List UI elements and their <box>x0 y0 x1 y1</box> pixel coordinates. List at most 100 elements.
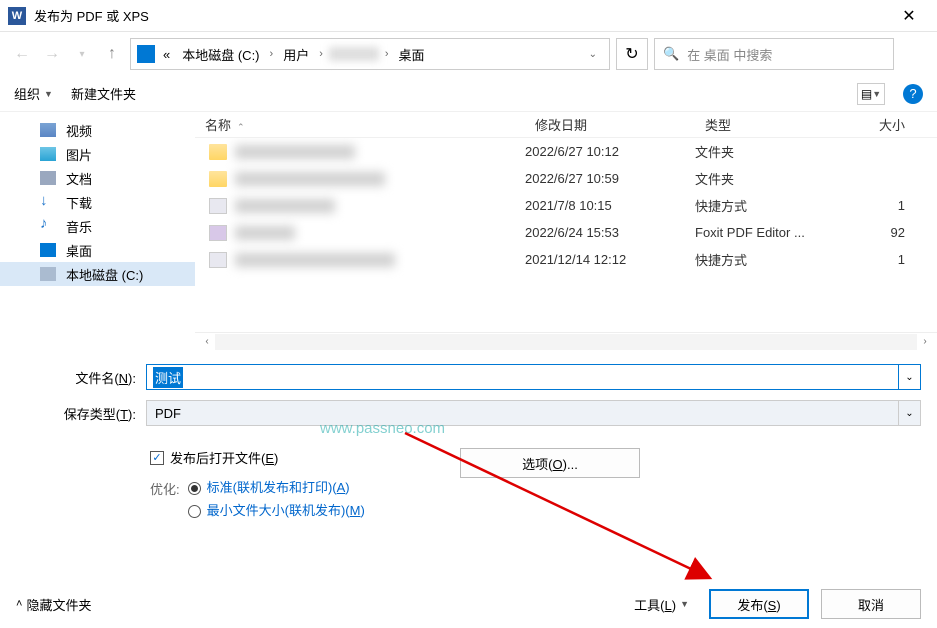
titlebar: W 发布为 PDF 或 XPS ✕ <box>0 0 937 32</box>
optimize-standard-radio[interactable]: 标准(联机发布和打印)(A) <box>188 479 365 498</box>
main-area: 视频 图片 文档 下载 音乐 桌面 本地磁盘 (C:) 名称⌃ 修改日期 类型 … <box>0 112 937 332</box>
file-type: 快捷方式 <box>695 250 845 269</box>
optimize-minsize-radio[interactable]: 最小文件大小(联机发布)(M) <box>188 502 365 521</box>
scroll-track[interactable] <box>215 334 917 350</box>
file-name-blurred <box>235 172 385 186</box>
column-type[interactable]: 类型 <box>695 115 845 134</box>
file-name-blurred <box>235 226 295 240</box>
optimize-label: 优化: <box>150 479 180 498</box>
file-icon <box>209 198 227 214</box>
options-button[interactable]: 选项(O)... <box>460 448 640 478</box>
file-row[interactable]: 2021/7/8 10:15快捷方式1 <box>195 192 937 219</box>
column-size[interactable]: 大小 <box>845 115 915 134</box>
document-icon <box>40 171 56 185</box>
file-type: Foxit PDF Editor ... <box>695 225 845 240</box>
close-button[interactable]: ✕ <box>889 0 929 32</box>
chevron-right-icon: › <box>268 48 276 60</box>
sidebar: 视频 图片 文档 下载 音乐 桌面 本地磁盘 (C:) <box>0 112 195 332</box>
help-icon[interactable]: ? <box>903 84 923 104</box>
form-area: 文件名(N): 测试 ⌄ 保存类型(T): PDF ⌄ <box>0 350 937 442</box>
options-area: ✓ 发布后打开文件(E) 优化: 标准(联机发布和打印)(A) 最小文件大小(联… <box>0 442 937 535</box>
dialog-title: 发布为 PDF 或 XPS <box>34 6 889 25</box>
checkbox-label: 发布后打开文件(E) <box>170 448 278 467</box>
file-date: 2022/6/24 15:53 <box>525 225 695 240</box>
sidebar-item-desktop[interactable]: 桌面 <box>0 238 195 262</box>
file-type: 快捷方式 <box>695 196 845 215</box>
file-name-blurred <box>235 199 335 213</box>
file-size: 1 <box>845 252 915 267</box>
organize-menu[interactable]: 组织▼ <box>14 84 53 103</box>
tools-menu[interactable]: 工具(L) ▼ <box>626 591 697 618</box>
file-area: 名称⌃ 修改日期 类型 大小 2022/6/27 10:12文件夹2022/6/… <box>195 112 937 332</box>
file-row[interactable]: 2022/6/27 10:59文件夹 <box>195 165 937 192</box>
column-name[interactable]: 名称⌃ <box>195 115 525 134</box>
open-after-publish-checkbox[interactable]: ✓ 发布后打开文件(E) <box>150 448 410 467</box>
download-icon <box>40 195 56 209</box>
sidebar-item-documents[interactable]: 文档 <box>0 166 195 190</box>
toolbar: 组织▼ 新建文件夹 ▤ ▼ ? <box>0 76 937 112</box>
breadcrumb-item[interactable]: 用户 <box>279 43 313 66</box>
recent-dropdown[interactable]: ▾ <box>70 42 94 66</box>
desktop-icon <box>40 243 56 257</box>
sidebar-item-pictures[interactable]: 图片 <box>0 142 195 166</box>
navigation-bar: ← → ▾ ↑ « 本地磁盘 (C:) › 用户 › › 桌面 ⌄ ↻ 🔍 在 … <box>0 32 937 76</box>
chevron-right-icon: › <box>317 48 325 60</box>
file-name-blurred <box>235 145 355 159</box>
breadcrumb-item[interactable]: 桌面 <box>395 43 429 66</box>
scroll-left-icon[interactable]: ‹ <box>199 334 215 350</box>
savetype-dropdown[interactable]: ⌄ <box>899 400 921 426</box>
file-type: 文件夹 <box>695 142 845 161</box>
folder-icon <box>209 171 227 187</box>
file-row[interactable]: 2022/6/27 10:12文件夹 <box>195 138 937 165</box>
up-button[interactable]: ↑ <box>100 42 124 66</box>
file-row[interactable]: 2021/12/14 12:12快捷方式1 <box>195 246 937 273</box>
sidebar-item-music[interactable]: 音乐 <box>0 214 195 238</box>
file-date: 2021/7/8 10:15 <box>525 198 695 213</box>
radio-icon <box>188 505 201 518</box>
sidebar-item-videos[interactable]: 视频 <box>0 118 195 142</box>
filename-label: 文件名(N): <box>16 368 146 387</box>
breadcrumb-item-blurred[interactable] <box>329 47 379 61</box>
search-icon: 🔍 <box>663 46 679 62</box>
picture-icon <box>40 147 56 161</box>
file-name-blurred <box>235 253 395 267</box>
horizontal-scrollbar[interactable]: ‹ › <box>195 332 937 350</box>
savetype-select[interactable]: PDF <box>146 400 899 426</box>
forward-button[interactable]: → <box>40 42 64 66</box>
drive-icon <box>137 45 155 63</box>
checkbox-icon: ✓ <box>150 451 164 465</box>
sidebar-item-downloads[interactable]: 下载 <box>0 190 195 214</box>
sidebar-item-drive-c[interactable]: 本地磁盘 (C:) <box>0 262 195 286</box>
search-placeholder: 在 桌面 中搜索 <box>687 45 772 64</box>
back-button[interactable]: ← <box>10 42 34 66</box>
breadcrumb[interactable]: « 本地磁盘 (C:) › 用户 › › 桌面 ⌄ <box>130 38 610 70</box>
file-date: 2022/6/27 10:12 <box>525 144 695 159</box>
breadcrumb-item[interactable]: 本地磁盘 (C:) <box>178 43 263 66</box>
drive-icon <box>40 267 56 281</box>
file-list-header: 名称⌃ 修改日期 类型 大小 <box>195 112 937 138</box>
bottom-bar: ˄ 隐藏文件夹 工具(L) ▼ 发布(S) 取消 <box>0 580 937 628</box>
file-size: 1 <box>845 198 915 213</box>
filename-input[interactable]: 测试 <box>146 364 899 390</box>
cancel-button[interactable]: 取消 <box>821 589 921 619</box>
file-date: 2022/6/27 10:59 <box>525 171 695 186</box>
hide-folders-toggle[interactable]: ˄ 隐藏文件夹 <box>16 595 91 614</box>
file-row[interactable]: 2022/6/24 15:53Foxit PDF Editor ...92 <box>195 219 937 246</box>
filename-dropdown[interactable]: ⌄ <box>899 364 921 390</box>
word-app-icon: W <box>8 7 26 25</box>
breadcrumb-prefix: « <box>159 45 174 64</box>
publish-button[interactable]: 发布(S) <box>709 589 809 619</box>
view-options-button[interactable]: ▤ ▼ <box>857 83 885 105</box>
refresh-button[interactable]: ↻ <box>616 38 648 70</box>
savetype-label: 保存类型(T): <box>16 404 146 423</box>
new-folder-button[interactable]: 新建文件夹 <box>71 84 136 103</box>
file-date: 2021/12/14 12:12 <box>525 252 695 267</box>
scroll-right-icon[interactable]: › <box>917 334 933 350</box>
music-icon <box>40 219 56 233</box>
breadcrumb-dropdown[interactable]: ⌄ <box>583 49 603 60</box>
file-type: 文件夹 <box>695 169 845 188</box>
column-date[interactable]: 修改日期 <box>525 115 695 134</box>
file-list: 2022/6/27 10:12文件夹2022/6/27 10:59文件夹2021… <box>195 138 937 332</box>
search-input[interactable]: 🔍 在 桌面 中搜索 <box>654 38 894 70</box>
sort-indicator-icon: ⌃ <box>237 122 245 132</box>
